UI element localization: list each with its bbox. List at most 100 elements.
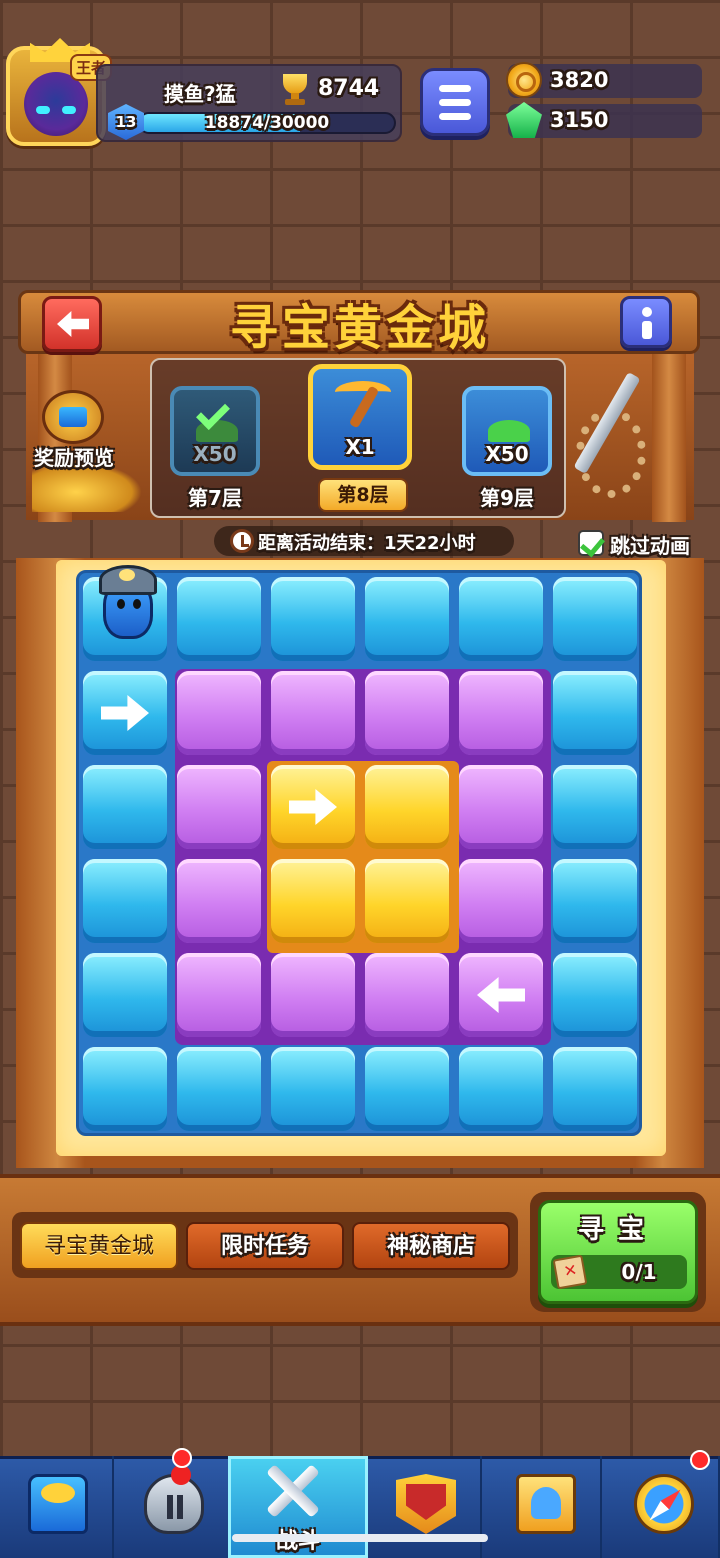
event-title: 寻宝黄金城: [229, 300, 490, 356]
purple-tile[interactable]: [271, 953, 355, 1037]
purple-tile[interactable]: [459, 671, 543, 755]
coin-value: 3820: [550, 68, 609, 92]
gold-tile[interactable]: [365, 765, 449, 849]
pickaxe-icon: [335, 381, 391, 431]
floor-card-7[interactable]: X50: [170, 386, 260, 476]
purple-tile[interactable]: [459, 859, 543, 943]
blue-tile[interactable]: [459, 1047, 543, 1131]
avatar-eye-right: [62, 106, 76, 114]
xp-bar: 18874/30000: [138, 112, 396, 134]
purple-tile[interactable]: [271, 671, 355, 755]
timer-text: 距离活动结束：1天22小时: [258, 533, 476, 554]
tab-mystery-shop-label: 神秘商店: [386, 1234, 475, 1259]
nav-treasure[interactable]: [0, 1456, 114, 1558]
gold-tile[interactable]: [271, 765, 355, 849]
purple-tile[interactable]: [177, 953, 261, 1037]
blue-tile[interactable]: [553, 1047, 637, 1131]
blue-tile[interactable]: [553, 577, 637, 661]
nav-explore[interactable]: [606, 1456, 720, 1558]
blue-tile[interactable]: [553, 859, 637, 943]
player-avatar[interactable]: 王者: [6, 38, 112, 146]
tab-treasure-city[interactable]: 寻宝黄金城: [20, 1222, 178, 1270]
blue-tile[interactable]: [83, 765, 167, 849]
skip-animation-toggle[interactable]: 跳过动画: [578, 528, 704, 558]
checkbox-checked-icon[interactable]: [578, 530, 604, 556]
search-treasure-button[interactable]: 寻宝 0/1: [538, 1200, 698, 1304]
trophy-icon: [278, 72, 312, 106]
coin-counter[interactable]: 3820: [506, 62, 702, 98]
purple-tile[interactable]: [459, 765, 543, 849]
blue-tile[interactable]: [83, 671, 167, 755]
arrow-right-icon: [101, 695, 149, 731]
coin-icon: [506, 62, 542, 98]
blue-tile[interactable]: [365, 1047, 449, 1131]
floor-card-9[interactable]: X50: [462, 386, 552, 476]
blue-tile[interactable]: [177, 577, 261, 661]
tab-mystery-shop[interactable]: 神秘商店: [352, 1222, 510, 1270]
tab-treasure-city-label: 寻宝黄金城: [43, 1234, 154, 1259]
purple-tile[interactable]: [177, 671, 261, 755]
purple-tile[interactable]: [177, 765, 261, 849]
menu-line: [439, 85, 471, 92]
blue-tile[interactable]: [83, 953, 167, 1037]
search-progress: 0/1: [551, 1254, 687, 1290]
blue-tile[interactable]: [459, 577, 543, 661]
tab-limited-tasks[interactable]: 限时任务: [186, 1222, 344, 1270]
blue-tile[interactable]: [177, 1047, 261, 1131]
nav-guild[interactable]: [488, 1456, 602, 1558]
treasure-decoration: [570, 368, 670, 508]
blue-tile[interactable]: [83, 859, 167, 943]
level-badge: 13: [108, 104, 144, 140]
game-board: [76, 565, 642, 1136]
nav-heroes[interactable]: [116, 1456, 230, 1558]
purple-tile[interactable]: [459, 953, 543, 1037]
event-timer: 距离活动结束：1天22小时: [214, 526, 514, 556]
blue-tile[interactable]: [365, 577, 449, 661]
blue-tile[interactable]: [271, 1047, 355, 1131]
floor-card-8[interactable]: X1: [308, 364, 412, 470]
treasure-chest-icon: [28, 1474, 88, 1534]
info-button[interactable]: [620, 296, 672, 348]
sand-icon: [488, 420, 530, 442]
search-count: 0/1: [621, 1260, 657, 1284]
blue-tile[interactable]: [553, 671, 637, 755]
treasure-chest-icon: [42, 390, 104, 444]
avatar-face: [24, 72, 88, 136]
floor-9-count: X50: [485, 442, 529, 466]
gold-tile[interactable]: [365, 859, 449, 943]
gold-tile[interactable]: [271, 859, 355, 943]
purple-tile[interactable]: [365, 953, 449, 1037]
avatar-eye-left: [36, 106, 50, 114]
nav-battle[interactable]: 战斗: [228, 1456, 368, 1558]
nav-arena[interactable]: [368, 1456, 482, 1558]
guild-banner-icon: [516, 1474, 576, 1534]
search-label: 寻宝: [577, 1215, 658, 1245]
blue-tile[interactable]: [553, 765, 637, 849]
player-panel[interactable]: 摸鱼?猛 8744 18874/30000 13: [96, 64, 402, 142]
clock-icon: [230, 529, 254, 553]
crossed-swords-icon: [263, 1459, 323, 1519]
blue-tile[interactable]: [83, 565, 167, 661]
floor-7-label: 第7层: [188, 486, 242, 510]
compass-icon: [634, 1474, 694, 1534]
blue-tile[interactable]: [83, 1047, 167, 1131]
floor-9-label: 第9层: [480, 486, 534, 510]
purple-tile[interactable]: [365, 671, 449, 755]
knight-helmet-icon: [144, 1465, 204, 1534]
skip-animation-label: 跳过动画: [610, 534, 690, 558]
reward-preview-button[interactable]: 奖励预览: [26, 390, 122, 480]
menu-line: [439, 113, 471, 120]
blue-tile[interactable]: [553, 953, 637, 1037]
gem-icon: [506, 102, 542, 138]
menu-button[interactable]: [420, 68, 490, 136]
treasure-map-icon: [552, 1254, 588, 1290]
gem-value: 3150: [550, 108, 609, 132]
purple-tile[interactable]: [177, 859, 261, 943]
miner-character: [97, 559, 159, 643]
tab-limited-tasks-label: 限时任务: [220, 1234, 309, 1259]
reward-preview-label: 奖励预览: [34, 446, 114, 470]
notification-dot: [172, 1448, 192, 1468]
blue-tile[interactable]: [271, 577, 355, 661]
arrow-right-icon: [289, 789, 337, 825]
gem-counter[interactable]: 3150: [506, 102, 702, 138]
